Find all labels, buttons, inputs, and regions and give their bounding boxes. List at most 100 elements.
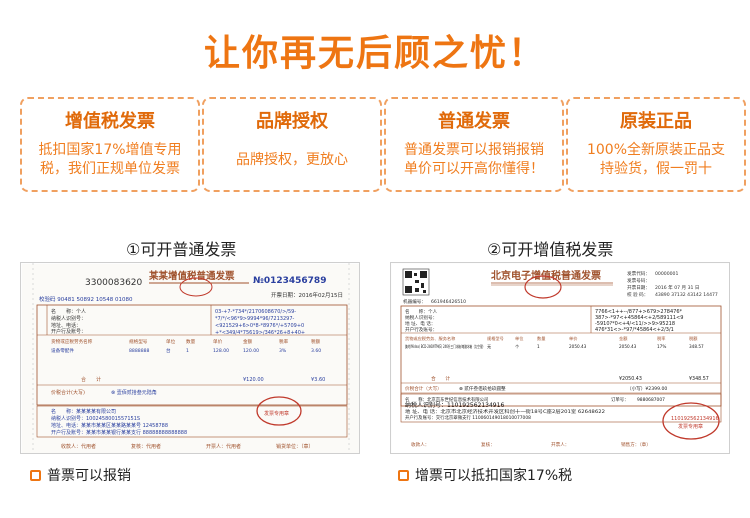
total-amount: ¥2050.43 [619, 376, 642, 382]
code-value: 00000001 [655, 271, 678, 277]
total-big: ⊗ 贰仟叁佰玖拾玖圆整 [459, 385, 506, 392]
item-value: 1 [537, 344, 540, 349]
total-big-label: 价税合计(大写) [51, 389, 85, 396]
total-tax: ¥348.57 [689, 376, 709, 382]
check-label: 校 验 码： [627, 291, 648, 298]
footer-field: 复核：代用者 [131, 443, 161, 450]
num-label: 发票号码： [627, 277, 650, 284]
footer-field: 销售方：（章） [621, 441, 651, 448]
note-text: 普票可以报销 [47, 468, 131, 484]
invoice-ordinary: 3300083620 某某增值税普通发票 №0123456789 开票日期：20… [20, 262, 360, 454]
item-value: 2050.43 [569, 344, 587, 349]
bullet-square-icon [398, 470, 409, 481]
invoice-code: 3300083620 [85, 278, 143, 288]
col-header: 货物或应税劳务名称 [51, 338, 93, 345]
invoice-title: 某某增值税普通发票 [148, 270, 235, 282]
date-label: 开票日期： [627, 285, 650, 291]
col-header: 单位 [166, 338, 176, 345]
item-value: 120.00 [243, 348, 259, 354]
order-value: 9880687007 [637, 397, 665, 403]
seller-bank: 开户行及账号：某某市某某银行某某支行 88888888888888 [51, 429, 187, 436]
card-title: 品牌授权 [256, 111, 328, 132]
total-small: （小写）¥2399.00 [627, 385, 667, 392]
total-big: ⊗ 壹佰贰拾叁元陆角 [111, 389, 157, 396]
bullet-square-icon [30, 470, 41, 481]
qr-code-icon [402, 268, 430, 296]
col-header: 数量 [186, 338, 196, 345]
cipher-line: +*<349/4*75619>/346*26+8+40+ [215, 330, 305, 336]
footer-field: 开票人：代用者 [206, 443, 241, 450]
total-label: 合 计 [81, 376, 101, 383]
date-value: 2016 年 07 月 31 日 [655, 284, 699, 291]
total-amount: ¥120.00 [243, 377, 264, 383]
card-vat-invoice: 增值税发票 抵扣国家17%增值专用税，我们正规单位发票 [20, 97, 200, 192]
caption-ordinary-invoice: ①可开普通发票 [126, 240, 237, 259]
item-value: 128.00 [213, 348, 229, 354]
cipher-line: 03-+7-*734*/2170608670/>/59- [215, 309, 296, 315]
footer-field: 收款人： [411, 441, 429, 448]
total-tax: ¥3.60 [311, 377, 325, 383]
cipher-line: 476*31<>-*97/*45864<+2/3/1 [595, 327, 674, 333]
note-ordinary: 普票可以报销 [30, 465, 131, 485]
col-header: 税额 [689, 335, 698, 342]
item-value: 1 [186, 348, 189, 354]
col-header: 规格型号 [487, 335, 504, 342]
cipher-line: <921529+6>0*8-*8976*/+5709+0 [215, 323, 304, 329]
total-big-label: 价税合计（大写） [405, 385, 442, 392]
card-ordinary-invoice: 普通发票 普通发票可以报销报销单价可以开高你懂得！ [384, 97, 564, 192]
card-title: 原装正品 [620, 111, 692, 132]
item-value: 台 [166, 347, 171, 354]
machine-value: 661946426510 [431, 299, 466, 305]
stamp-number: 110192562134916 [671, 416, 719, 422]
item-value: 348.57 [689, 344, 704, 349]
card-body: 100%全新原装正品支持验货，假一罚十 [586, 142, 726, 177]
note-text: 增票可以抵扣国家17%税 [415, 468, 573, 484]
card-brand-authorization: 品牌授权 品牌授权，更放心 [202, 97, 382, 192]
buyer-tax: 纳税人识别号： [51, 315, 86, 322]
item-value: 3% [279, 348, 287, 354]
check-value: 43890 37132 43142 14477 [655, 292, 718, 298]
col-header: 货物或应税劳务、服务名称 [405, 335, 455, 342]
col-header: 数量 [537, 335, 545, 342]
seller-addr: 地址、电话：某某市某某区某某路某某号 12458788 [51, 422, 168, 429]
buyer-bank: 开户行及账号： [405, 326, 437, 333]
card-body: 品牌授权，更放心 [236, 152, 348, 168]
col-header: 金额 [243, 338, 253, 345]
item-value: 17% [657, 344, 666, 349]
buyer-bank: 开户行及账号： [51, 328, 86, 335]
card-title: 普通发票 [438, 111, 510, 132]
product-promo-page: 让你再无后顾之忧！ 增值税发票 抵扣国家17%增值专用税，我们正规单位发票 品牌… [0, 0, 750, 518]
col-header: 单价 [213, 338, 223, 345]
col-header: 税额 [311, 338, 321, 345]
footer-field: 销货单位：（章） [276, 443, 314, 450]
buyer-tax: 纳税人识别号： [405, 314, 437, 321]
caption-vat-invoice: ②可开增值税发票 [487, 240, 614, 259]
seller-bank: 开户行及账号：交行北京翠微支行 110060149018010077008 [405, 414, 531, 421]
buyer-addr: 地址、电话： [51, 322, 81, 329]
col-header: 税率 [657, 335, 665, 342]
buyer-addr: 地 址、电 话： [405, 320, 435, 327]
col-header: 税率 [279, 338, 289, 345]
seller-addr: 地 址、电 话：北京市北京经济技术开发区科创十一街18号C座2层201室 626… [405, 408, 605, 415]
card-title: 增值税发票 [65, 111, 155, 132]
check-code: 校验码 90481 50892 10548 01080 [39, 295, 133, 303]
col-header: 单价 [569, 335, 578, 342]
seller-tax: 纳税人识别号：1002458001557151S [51, 415, 140, 422]
item-value: 8888888 [129, 348, 150, 354]
col-header: 单位 [515, 335, 523, 342]
footer-field: 复核： [481, 441, 495, 448]
col-header: 规格型号 [129, 338, 148, 345]
card-body: 普通发票可以报销报销单价可以开高你懂得！ [404, 142, 544, 177]
headline: 让你再无后顾之忧！ [203, 33, 546, 74]
total-label: 合 计 [431, 375, 450, 382]
buyer-name: 名 称：个人 [51, 308, 86, 315]
invoice-number: №0123456789 [253, 276, 326, 286]
col-header: 金额 [619, 335, 628, 342]
invoice-title: 北京电子增值税普通发票 [491, 269, 601, 282]
note-vat: 增票可以抵扣国家17%税 [398, 465, 572, 485]
item-name: 设备零配件 [51, 347, 74, 354]
stamp-text: 发票专用章 [264, 410, 289, 417]
item-value: 3.60 [311, 348, 321, 354]
invoice-vat: 北京电子增值税普通发票 发票代码： 00000001 发票号码： 开票日期： 2… [390, 262, 730, 454]
machine-label: 机器编号： [403, 298, 426, 305]
